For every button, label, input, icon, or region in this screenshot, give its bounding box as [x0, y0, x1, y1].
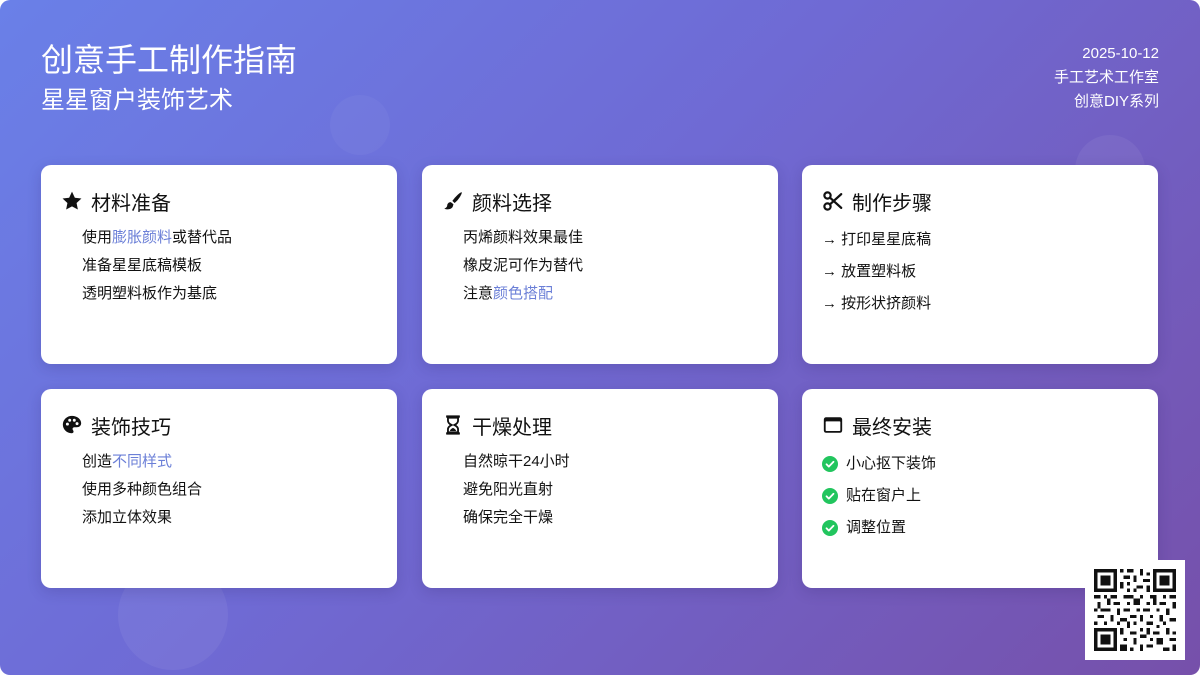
window-icon — [822, 414, 844, 436]
card-title: 装饰技巧 — [91, 416, 171, 439]
star-icon — [61, 190, 83, 212]
list-item: 使用多种颜色组合 — [82, 481, 203, 498]
card-steps: 制作步骤 → 打印星星底稿 → 放置塑料板 → 按形状挤颜料 — [802, 165, 1158, 364]
card-decoration: 装饰技巧 创造不同样式 使用多种颜色组合 添加立体效果 — [41, 389, 397, 588]
list-item: 橡皮泥可作为替代 — [463, 257, 584, 274]
paintbrush-icon — [442, 190, 464, 212]
list-item: 使用膨胀颜料或替代品 — [82, 229, 233, 246]
list-item: 透明塑料板作为基底 — [82, 285, 218, 302]
page-title: 创意手工制作指南 — [41, 42, 298, 78]
list-item: 贴在窗户上 — [822, 480, 1138, 512]
slide: 创意手工制作指南 星星窗户装饰艺术 2025-10-12 手工艺术工作室 创意D… — [0, 0, 1200, 675]
list-item: 丙烯颜料效果最佳 — [463, 229, 584, 246]
card-title: 制作步骤 — [852, 192, 932, 215]
hourglass-icon — [442, 414, 464, 436]
meta-info: 2025-10-12 手工艺术工作室 创意DIY系列 — [1054, 42, 1159, 114]
check-circle-icon — [822, 520, 838, 536]
list-item: 避免阳光直射 — [463, 481, 554, 498]
card-title: 最终安装 — [852, 416, 932, 439]
list-item: 调整位置 — [822, 512, 1138, 544]
list-item: 准备星星底稿模板 — [82, 257, 203, 274]
card-title: 颜料选择 — [472, 192, 552, 215]
list-item: 添加立体效果 — [82, 509, 173, 526]
list-item: → 按形状挤颜料 — [822, 295, 932, 312]
meta-studio: 手工艺术工作室 — [1053, 69, 1159, 86]
qr-code[interactable] — [1085, 560, 1185, 660]
list-item: → 打印星星底稿 — [822, 231, 932, 248]
list-item: 注意颜色搭配 — [463, 285, 554, 302]
card-paint: 颜料选择 丙烯颜料效果最佳 橡皮泥可作为替代 注意颜色搭配 — [422, 165, 778, 364]
list-item: 自然晾干24小时 — [463, 453, 570, 470]
decor-bubble — [330, 95, 390, 155]
page-subtitle: 星星窗户装饰艺术 — [41, 87, 233, 114]
list-item: 小心抠下装饰 — [822, 448, 1138, 480]
meta-series: 创意DIY系列 — [1073, 93, 1159, 110]
palette-icon — [61, 414, 83, 436]
list-item: → 放置塑料板 — [822, 263, 917, 280]
check-circle-icon — [822, 488, 838, 504]
card-title: 干燥处理 — [472, 416, 552, 439]
card-install: 最终安装 小心抠下装饰 贴在窗户上 调整位置 — [802, 389, 1158, 588]
check-circle-icon — [822, 456, 838, 472]
meta-date: 2025-10-12 — [1082, 45, 1159, 62]
card-drying: 干燥处理 自然晾干24小时 避免阳光直射 确保完全干燥 — [422, 389, 778, 588]
card-materials: 材料准备 使用膨胀颜料或替代品 准备星星底稿模板 透明塑料板作为基底 — [41, 165, 397, 364]
list-item: 确保完全干燥 — [463, 509, 554, 526]
list-item: 创造不同样式 — [82, 453, 173, 470]
scissors-icon — [822, 190, 844, 212]
card-title: 材料准备 — [91, 192, 171, 215]
